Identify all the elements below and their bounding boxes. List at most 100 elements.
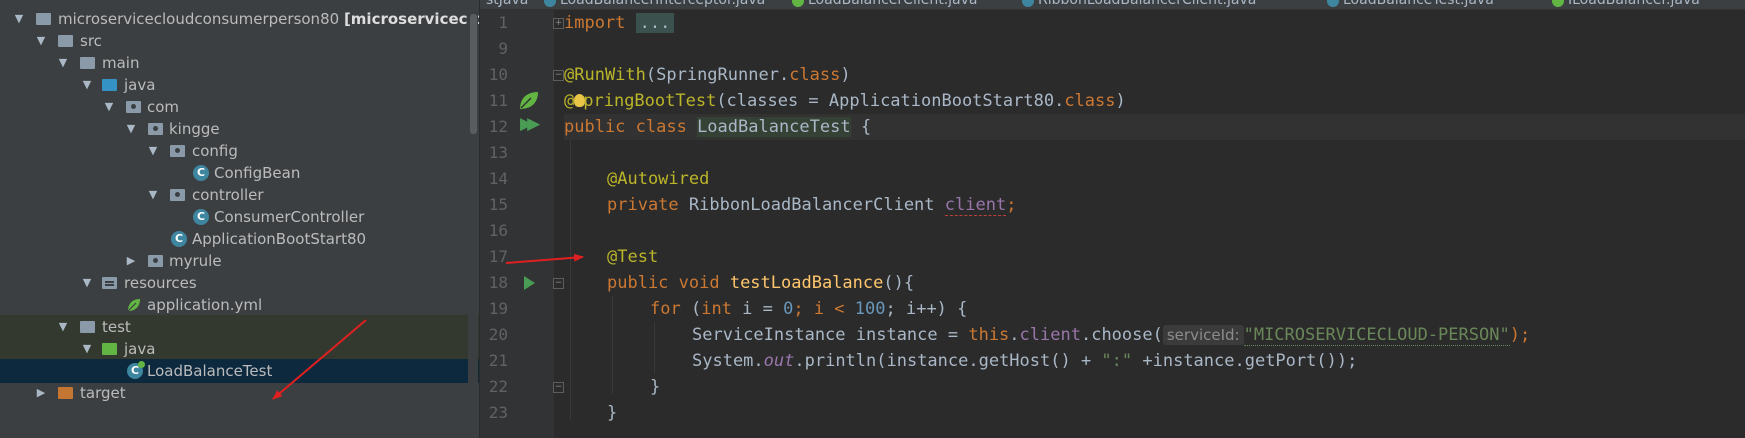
folder-icon [80,321,95,333]
tree-scrollbar-thumb[interactable] [470,14,477,134]
tree-item-configbean[interactable]: C ConfigBean [0,161,480,185]
tree-item-label: java [124,340,156,358]
project-tree-panel: ▼ microservicecloudconsumerperson80 [mic… [0,0,480,438]
tree-item-consumercontroller[interactable]: C ConsumerController [0,205,480,229]
editor-gutter[interactable]: 1 9 10 11 12 13 14 15 16 17 18 19 20 21 … [480,10,564,438]
tab-label: stJava [486,0,529,8]
keyword-token: this [968,325,1010,345]
tab-loadbalancerinterceptor[interactable]: LoadBalancerInterceptor.java [542,0,765,9]
static-field-token: out [763,351,795,371]
tree-item-label: ConfigBean [214,164,301,182]
tree-item-label: LoadBalanceTest [147,362,273,380]
test-source-folder-icon [102,343,117,355]
code-line-17: @Test [607,244,658,270]
code-token: .choose( [1080,325,1163,345]
package-icon [148,123,163,135]
class-icon: C [193,209,209,225]
tree-item-controller[interactable]: ▼ controller [0,183,480,207]
tree-item-myrule[interactable]: ▶ myrule [0,249,480,273]
spring-boot-class-icon: C [171,231,187,247]
package-icon [170,189,185,201]
chevron-right-icon[interactable]: ▶ [124,249,138,273]
chevron-down-icon[interactable]: ▼ [124,117,138,141]
folded-imports[interactable]: ... [635,13,675,33]
tree-item-src[interactable]: ▼ src [0,29,480,53]
tree-item-kingge[interactable]: ▼ kingge [0,117,480,141]
folder-icon [80,57,95,69]
code-token: } [650,377,661,397]
run-test-icon[interactable] [524,276,535,290]
method-name-token: testLoadBalance [729,273,884,293]
chevron-down-icon[interactable]: ▼ [56,51,70,75]
tree-item-label: ApplicationBootStart80 [192,230,367,248]
string-token: ":" [1101,351,1133,371]
tab-iloadbalancer[interactable]: ILoadBalancer.java [1550,0,1700,9]
code-line-21: System.out.println(instance.getHost() + … [692,348,1357,374]
chevron-down-icon[interactable]: ▼ [56,315,70,339]
code-line-11: @ pringBootTest(classes = ApplicationBoot… [564,88,1126,114]
tree-item-config[interactable]: ▼ config [0,139,480,163]
tree-item-java-main[interactable]: ▼ java [0,73,480,97]
line-number: 19 [488,299,508,318]
code-token: System. [692,351,764,371]
chevron-down-icon[interactable]: ▼ [80,271,94,295]
tree-item-application-yml[interactable]: application.yml [0,293,480,317]
tree-item-root[interactable]: ▼ microservicecloudconsumerperson80 [mic… [0,7,480,31]
chevron-down-icon[interactable]: ▼ [146,139,160,163]
tree-item-label: com [147,98,180,116]
code-line-20: ServiceInstance instance = this.client.c… [692,322,1530,348]
chevron-down-icon[interactable]: ▼ [146,183,160,207]
spring-bean-icon[interactable] [518,90,540,110]
run-all-tests-icon[interactable]: ▶▶ [520,115,540,133]
chevron-down-icon[interactable]: ▼ [80,337,94,361]
tab-test-java[interactable]: stJava [480,0,528,9]
tree-item-label: myrule [169,252,222,270]
tree-item-com[interactable]: ▼ com [0,95,480,119]
code-token: (SpringRunner. [645,65,790,85]
line-number: 14 [488,169,508,188]
line-number: 23 [488,403,508,422]
fold-end-icon[interactable]: − [553,382,564,393]
code-token: +instance.getPort()); [1132,351,1358,371]
code-area[interactable]: import ... @RunWith(SpringRunner.class) … [564,10,1745,438]
tree-item-main[interactable]: ▼ main [0,51,480,75]
code-line-1: import ... [564,10,675,36]
indent-guide [612,296,613,394]
code-token: ) [1115,91,1126,111]
tab-ribbonloadbalancerclient[interactable]: RibbonLoadBalancerClient.java [1020,0,1256,9]
tree-item-applicationbootstart80[interactable]: C ApplicationBootStart80 [0,227,480,251]
line-number: 1 [498,13,508,32]
fold-collapse-icon[interactable]: − [553,70,564,81]
keyword-token: public class [564,117,698,137]
code-token: ( [690,299,702,319]
tree-item-resources[interactable]: ▼ resources [0,271,480,295]
fold-expand-icon[interactable]: + [553,18,564,29]
tree-scrollbar[interactable] [468,0,478,438]
tree-item-loadbalancetest[interactable]: C LoadBalanceTest [0,359,480,383]
tab-loadbalancetest[interactable]: LoadBalanceTest.java [1325,0,1494,9]
tab-label: LoadBalanceTest.java [1343,0,1494,8]
package-icon [170,145,185,157]
tree-item-target[interactable]: ▶ target [0,381,480,405]
tree-item-test[interactable]: ▼ test [0,315,480,339]
class-icon [544,0,556,7]
tree-item-label: test [102,318,131,336]
chevron-down-icon[interactable]: ▼ [102,95,116,119]
class-name-token: LoadBalanceTest [697,117,851,137]
tree-item-label: java [124,76,156,94]
keyword-token: import [564,13,626,33]
chevron-down-icon[interactable]: ▼ [34,29,48,53]
spring-leaf-icon [127,299,140,312]
annotation-token: @Test [607,247,659,267]
tree-item-label: application.yml [147,296,263,314]
chevron-down-icon[interactable]: ▼ [80,73,94,97]
code-token: ServiceInstance instance = [692,325,969,345]
chevron-right-icon[interactable]: ▶ [34,381,48,405]
tree-item-java-test[interactable]: ▼ java [0,337,480,361]
tab-loadbalancerclient[interactable]: LoadBalancerClient.java [790,0,978,9]
chevron-down-icon[interactable]: ▼ [12,7,26,31]
tree-item-label: controller [192,186,264,204]
keyword-token: class [789,65,841,85]
tab-label: ILoadBalancer.java [1568,0,1700,8]
fold-collapse-icon[interactable]: − [553,278,564,289]
